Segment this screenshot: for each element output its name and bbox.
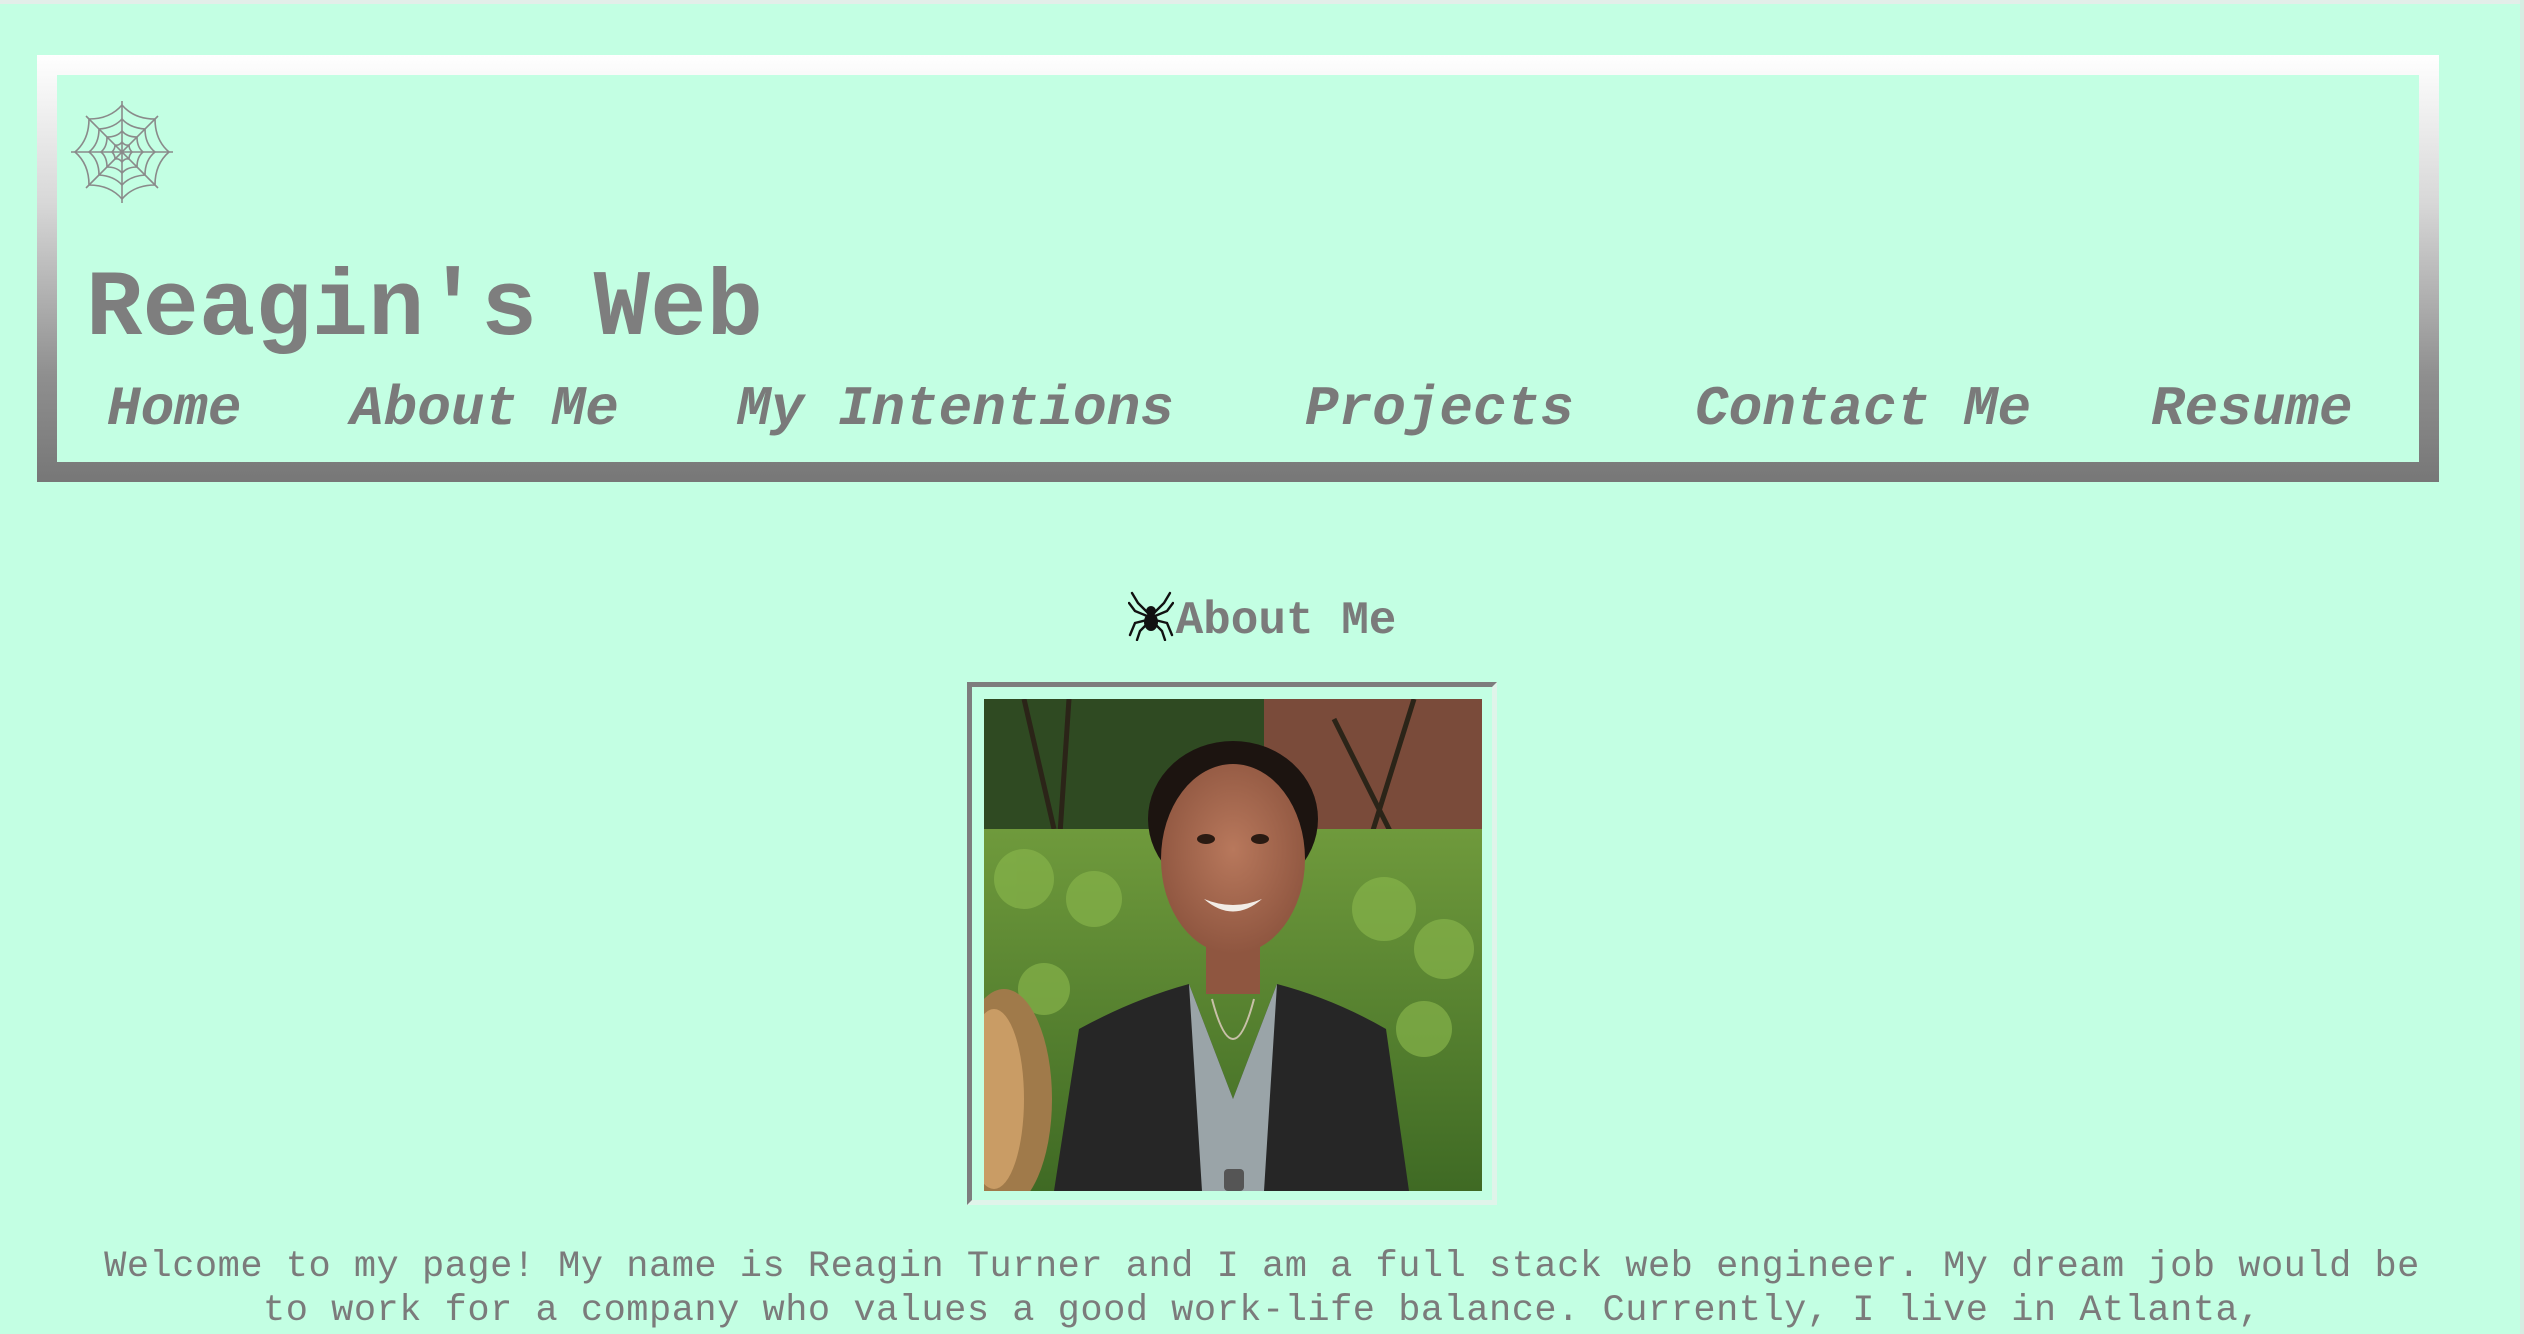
about-intro-text: Welcome to my page! My name is Reagin Tu…	[104, 1246, 2420, 1332]
nav-link-my-intentions[interactable]: My Intentions	[737, 374, 1174, 444]
site-header: Reagin's Web Home About Me My Intentions…	[37, 55, 2439, 482]
nav-link-about-me[interactable]: About Me	[350, 374, 619, 444]
header-panel: Reagin's Web Home About Me My Intentions…	[57, 75, 2419, 462]
about-heading-text: About Me	[1175, 595, 1397, 647]
nav-link-projects[interactable]: Projects	[1305, 374, 1574, 444]
about-heading: About Me	[0, 588, 2524, 654]
profile-photo	[984, 699, 1482, 1191]
profile-photo-frame	[967, 682, 1497, 1205]
site-title: Reagin's Web	[86, 257, 763, 363]
top-edge	[0, 0, 2524, 4]
main-nav: Home About Me My Intentions Projects Con…	[57, 374, 2419, 444]
spider-icon	[1127, 591, 1174, 641]
nav-link-resume[interactable]: Resume	[2151, 374, 2353, 444]
nav-link-home[interactable]: Home	[107, 374, 241, 444]
right-edge	[2520, 0, 2524, 1334]
spider-web-icon	[71, 101, 173, 203]
nav-link-contact-me[interactable]: Contact Me	[1695, 374, 2031, 444]
